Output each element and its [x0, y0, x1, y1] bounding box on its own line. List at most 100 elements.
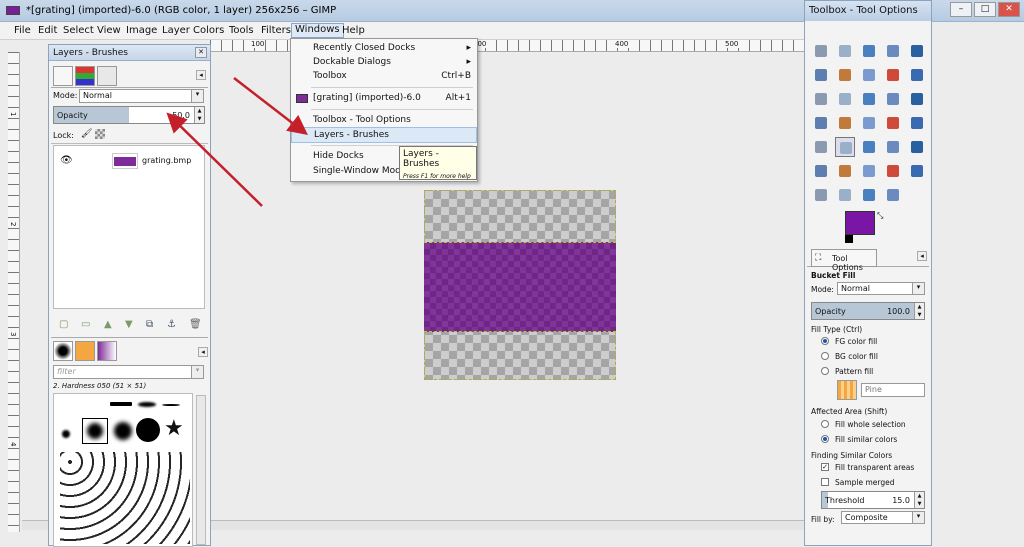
tool-button-icon[interactable]	[859, 137, 879, 157]
brush-item[interactable]	[62, 430, 70, 438]
tool-button-icon[interactable]	[907, 89, 927, 109]
radio-fill-similar[interactable]	[821, 435, 829, 443]
tool-button-icon[interactable]	[835, 41, 855, 61]
dock-close-icon[interactable]: ✕	[195, 47, 207, 58]
lower-layer-icon[interactable]: ▼	[125, 319, 133, 330]
radio-fg-fill[interactable]	[821, 337, 829, 345]
tool-button-icon[interactable]	[859, 65, 879, 85]
tool-button-icon[interactable]	[859, 185, 879, 205]
brush-grid[interactable]: ★	[53, 393, 193, 547]
tab-menu-icon[interactable]: ◂	[196, 70, 206, 80]
brush-star-icon[interactable]: ★	[164, 416, 184, 441]
tool-button-icon[interactable]	[835, 65, 855, 85]
fg-color-swatch[interactable]	[845, 211, 875, 235]
layer-mode-combo[interactable]: Normal ▾	[79, 89, 204, 103]
threshold-slider[interactable]: Threshold 15.0 ▲ ▼	[821, 491, 925, 509]
brush-item[interactable]	[110, 402, 132, 406]
check-sample-merged[interactable]	[821, 478, 829, 486]
tool-button-icon[interactable]	[883, 65, 903, 85]
lock-alpha-icon[interactable]	[95, 129, 105, 139]
close-icon[interactable]: ✕	[998, 2, 1020, 17]
tool-button-icon[interactable]	[907, 65, 927, 85]
tool-button-icon[interactable]	[859, 161, 879, 181]
delete-layer-icon[interactable]: 🗑	[189, 319, 202, 330]
swap-colors-icon[interactable]: ⤡	[877, 211, 883, 221]
brush-item[interactable]	[162, 404, 180, 406]
menu-filters[interactable]: Filters	[261, 25, 291, 36]
layer-row[interactable]: 👁 grating.bmp	[54, 148, 204, 174]
layer-opacity-slider[interactable]: Opacity 50.0 ▲ ▼	[53, 106, 205, 124]
tool-button-icon[interactable]	[883, 161, 903, 181]
lock-pixels-icon[interactable]: 🖌	[81, 129, 92, 139]
menu-image[interactable]: Image	[126, 25, 157, 36]
layer-list[interactable]: 👁 grating.bmp	[53, 145, 205, 309]
maximize-icon[interactable]: □	[974, 2, 996, 17]
tab-layers-icon[interactable]	[75, 66, 95, 86]
tab-paths-icon[interactable]	[97, 66, 117, 86]
menu-edit[interactable]: Edit	[38, 25, 57, 36]
anchor-layer-icon[interactable]: ⚓	[167, 319, 176, 330]
chevron-down-icon[interactable]: ▾	[191, 366, 203, 378]
tool-button-icon[interactable]	[811, 113, 831, 133]
tool-button-icon[interactable]	[883, 89, 903, 109]
tool-button-icon[interactable]	[859, 41, 879, 61]
brush-tab-menu-icon[interactable]: ◂	[198, 347, 208, 357]
check-fill-transparent[interactable]: ✓	[821, 463, 829, 471]
opacity-spin-icon[interactable]: ▲ ▼	[194, 107, 204, 123]
brush-scrollbar[interactable]	[196, 395, 206, 545]
tab-gradients-icon[interactable]	[97, 341, 117, 361]
tool-button-icon[interactable]	[811, 161, 831, 181]
tool-button-icon[interactable]	[859, 89, 879, 109]
menu-colors[interactable]: Colors	[193, 25, 224, 36]
tool-button-icon[interactable]	[907, 113, 927, 133]
tool-button-icon[interactable]	[811, 89, 831, 109]
radio-fill-whole[interactable]	[821, 420, 829, 428]
tab-channels-icon[interactable]	[53, 66, 73, 86]
tool-mode-combo[interactable]: Normal ▾	[837, 282, 925, 295]
menu-help[interactable]: Help	[342, 25, 365, 36]
brush-texture-rows[interactable]	[60, 452, 190, 544]
menu-file[interactable]: File	[14, 25, 31, 36]
tool-button-icon[interactable]	[907, 137, 927, 157]
tool-button-icon[interactable]	[883, 137, 903, 157]
new-layer-icon[interactable]: ▢	[59, 319, 68, 330]
menu-windows[interactable]: Windows	[291, 23, 344, 38]
tab-brushes-icon[interactable]	[53, 341, 73, 361]
tool-button-icon[interactable]	[835, 113, 855, 133]
chevron-down-icon[interactable]: ▾	[191, 90, 203, 102]
threshold-spin-icon[interactable]: ▲ ▼	[914, 492, 924, 508]
eye-icon[interactable]: 👁	[60, 155, 73, 166]
duplicate-layer-icon[interactable]: ⧉	[146, 319, 153, 330]
tool-button-icon[interactable]	[835, 89, 855, 109]
tool-button-icon[interactable]	[907, 161, 927, 181]
tool-options-menu-icon[interactable]: ◂	[917, 251, 927, 261]
tool-button-icon[interactable]	[811, 137, 831, 157]
radio-bg-fill[interactable]	[821, 352, 829, 360]
radio-pattern-fill[interactable]	[821, 367, 829, 375]
tool-opacity-slider[interactable]: Opacity 100.0 ▲ ▼	[811, 302, 925, 320]
minimize-icon[interactable]: –	[950, 2, 972, 17]
tool-button-icon[interactable]	[883, 185, 903, 205]
chevron-down-icon[interactable]: ▾	[912, 283, 924, 294]
new-group-icon[interactable]: ▭	[81, 319, 90, 330]
tab-patterns-icon[interactable]	[75, 341, 95, 361]
tool-button-icon[interactable]	[859, 113, 879, 133]
opacity-spin-icon[interactable]: ▲ ▼	[914, 303, 924, 319]
raise-layer-icon[interactable]: ▲	[104, 319, 112, 330]
menu-item-image-window[interactable]: [grating] (imported)-6.0 Alt+1	[291, 91, 477, 107]
fill-by-combo[interactable]: Composite ▾	[841, 511, 925, 524]
pattern-swatch[interactable]	[837, 380, 857, 400]
tool-button-icon[interactable]	[811, 41, 831, 61]
tool-button-icon[interactable]	[907, 41, 927, 61]
tool-button-icon[interactable]	[811, 65, 831, 85]
default-colors-icon[interactable]	[845, 235, 853, 243]
brush-item[interactable]	[114, 422, 132, 440]
chevron-down-icon[interactable]: ▾	[912, 512, 924, 523]
tool-button-icon[interactable]	[835, 161, 855, 181]
tab-tool-options[interactable]: ⛶ Tool Options	[811, 249, 877, 272]
menu-tools[interactable]: Tools	[229, 25, 254, 36]
brush-item[interactable]	[138, 402, 156, 407]
menu-select[interactable]: Select	[63, 25, 94, 36]
brush-filter-input[interactable]: filter ▾	[53, 365, 204, 379]
tool-button-icon[interactable]	[883, 113, 903, 133]
